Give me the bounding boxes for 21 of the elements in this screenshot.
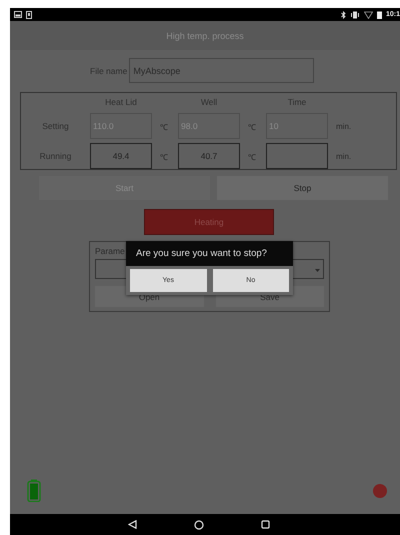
unit-label: ℃	[159, 122, 169, 132]
home-icon[interactable]	[194, 520, 204, 530]
unit-label: ℃	[159, 152, 169, 162]
dialog-message: Are you sure you want to stop?	[136, 248, 267, 259]
value-field[interactable]: 49.4	[90, 143, 152, 169]
bluetooth-icon	[340, 10, 346, 18]
vibrate-icon	[350, 10, 360, 18]
image-icon	[14, 11, 22, 18]
battery-icon	[27, 479, 41, 502]
stop-button[interactable]: Stop	[217, 176, 388, 200]
value-field[interactable]	[266, 143, 328, 169]
back-icon[interactable]	[128, 520, 137, 529]
battery-icon	[376, 10, 382, 18]
unit-label: ℃	[247, 122, 257, 132]
wifi-icon	[364, 10, 373, 18]
phone-icon	[26, 10, 32, 18]
recent-apps-icon[interactable]	[261, 520, 270, 529]
value-field[interactable]: 40.7	[178, 143, 240, 169]
unit-label: ℃	[247, 152, 257, 162]
record-dot-icon	[373, 484, 387, 498]
caret-icon	[315, 269, 320, 272]
